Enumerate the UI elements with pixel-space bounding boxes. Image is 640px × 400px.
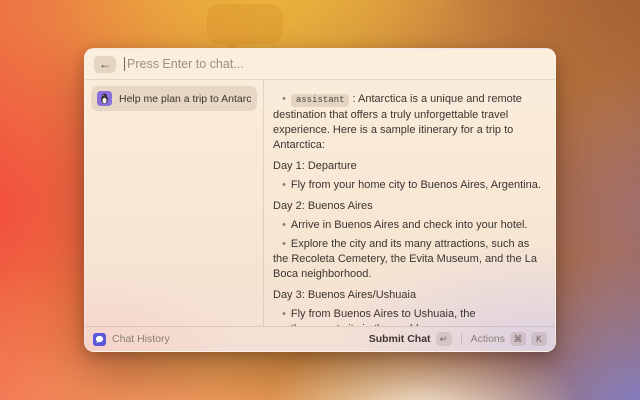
chat-bullet-item: • assistant : Antarctica is a unique and …: [273, 92, 543, 153]
actions-label: Actions: [470, 333, 505, 345]
command-key-icon: ⌘: [510, 332, 526, 346]
chat-transcript[interactable]: • assistant : Antarctica is a unique and …: [264, 80, 555, 326]
text-caret: [124, 57, 125, 71]
chat-day-heading: Day 1: Departure: [273, 160, 357, 172]
bullet-icon: •: [282, 219, 286, 231]
chat-window: ← Press Enter to chat... Help me plan a …: [84, 48, 556, 352]
sidebar-item-chat[interactable]: Help me plan a trip to Antarctica: [91, 86, 257, 111]
penguin-emoji-icon: [97, 91, 112, 106]
actions-button[interactable]: Actions ⌘ K: [471, 332, 547, 346]
chat-bullet-item: • Fly from your home city to Buenos Aires…: [273, 178, 543, 193]
chat-bullet-item: • Explore the city and its many attractio…: [273, 237, 543, 282]
chat-text: Arrive in Buenos Aires and check into yo…: [290, 219, 528, 231]
chat-text: Fly from your home city to Buenos Aires,…: [290, 179, 541, 191]
chat-input[interactable]: Press Enter to chat...: [124, 49, 546, 79]
chat-history-label: Chat History: [112, 333, 170, 345]
chat-bubble-app-icon: [93, 332, 106, 346]
chat-bullet-item: •Fly from Buenos Aires to Ushuaia, the s…: [273, 307, 543, 326]
sidebar: Help me plan a trip to Antarctica: [85, 80, 264, 326]
chat-text: Explore the city and its many attraction…: [273, 238, 537, 280]
return-key-icon: ↵: [435, 332, 452, 346]
chat-day-heading: Day 3: Buenos Aires/Ushuaia: [273, 289, 417, 301]
back-button[interactable]: ←: [94, 55, 116, 73]
window-body: Help me plan a trip to Antarctica • assis…: [85, 80, 555, 326]
chat-text: Fly from Buenos Aires to Ushuaia, the so…: [273, 308, 476, 326]
topbar: ← Press Enter to chat...: [85, 49, 555, 80]
statusbar-divider: [460, 333, 462, 345]
bullet-icon: •: [282, 93, 286, 105]
chat-bullet-item: • Arrive in Buenos Aires and check into y…: [273, 218, 543, 233]
chat-day-heading: Day 2: Buenos Aires: [273, 200, 373, 212]
bullet-icon: •: [282, 238, 286, 250]
statusbar-left: Chat History: [93, 332, 363, 346]
submit-chat-label: Submit Chat: [368, 333, 431, 345]
chat-input-placeholder: Press Enter to chat...: [127, 57, 244, 71]
bullet-icon: •: [282, 179, 286, 191]
statusbar: Chat History Submit Chat ↵ Actions ⌘ K: [85, 326, 555, 351]
k-key-icon: K: [531, 332, 547, 346]
arrow-left-icon: ←: [99, 57, 111, 71]
submit-chat-button[interactable]: Submit Chat ↵: [369, 332, 452, 346]
bullet-icon: •: [282, 308, 286, 320]
assistant-role-badge: assistant: [290, 94, 350, 107]
sidebar-item-label: Help me plan a trip to Antarctica: [119, 92, 251, 105]
